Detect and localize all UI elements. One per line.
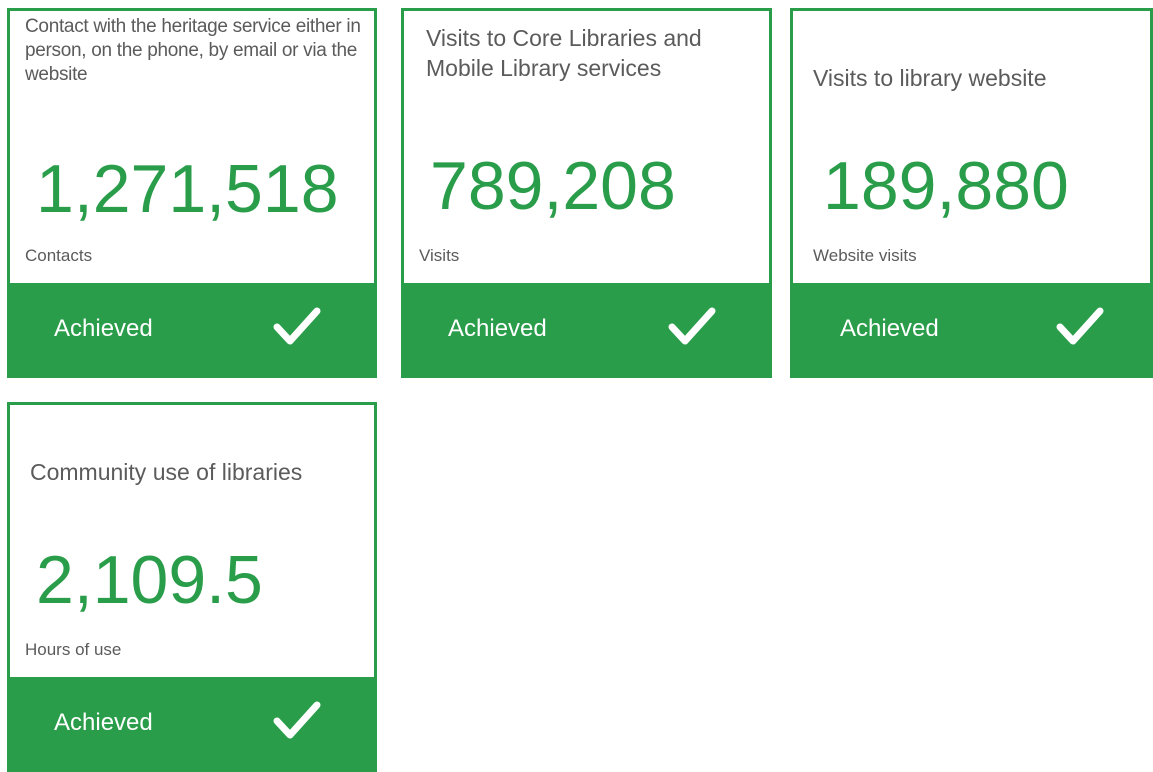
card-unit: Visits bbox=[419, 246, 460, 265]
status-bar: Achieved bbox=[793, 283, 1150, 375]
card-unit: Website visits bbox=[813, 246, 917, 265]
status-bar: Achieved bbox=[10, 677, 374, 769]
card-title: Visits to library website bbox=[813, 65, 1047, 91]
kpi-card-library-visits: Visits to Core Libraries and Mobile Libr… bbox=[401, 8, 772, 378]
kpi-card-heritage-contacts: Contact with the heritage service either… bbox=[7, 8, 377, 378]
card-title: Visits to Core Libraries and Mobile Libr… bbox=[426, 25, 702, 81]
card-unit: Contacts bbox=[25, 246, 93, 265]
kpi-card-community-use: Community use of libraries 2,109.5 Hours… bbox=[7, 402, 377, 772]
card-unit: Hours of use bbox=[25, 640, 122, 659]
status-label: Achieved bbox=[54, 315, 153, 342]
status-bar: Achieved bbox=[10, 283, 374, 375]
status-label: Achieved bbox=[840, 315, 939, 342]
card-value: 1,271,518 bbox=[36, 151, 339, 227]
kpi-card-website-visits: Visits to library website 189,880 Websit… bbox=[790, 8, 1153, 378]
card-value: 789,208 bbox=[430, 148, 676, 224]
card-value: 189,880 bbox=[823, 148, 1069, 224]
check-icon bbox=[668, 307, 716, 345]
status-label: Achieved bbox=[448, 315, 547, 342]
check-icon bbox=[1056, 307, 1104, 345]
status-bar: Achieved bbox=[404, 283, 769, 375]
check-icon bbox=[273, 307, 321, 345]
card-title: Contact with the heritage service either… bbox=[25, 16, 361, 85]
status-label: Achieved bbox=[54, 709, 153, 736]
check-icon bbox=[273, 701, 321, 739]
card-value: 2,109.5 bbox=[36, 542, 263, 618]
card-title: Community use of libraries bbox=[30, 459, 303, 485]
